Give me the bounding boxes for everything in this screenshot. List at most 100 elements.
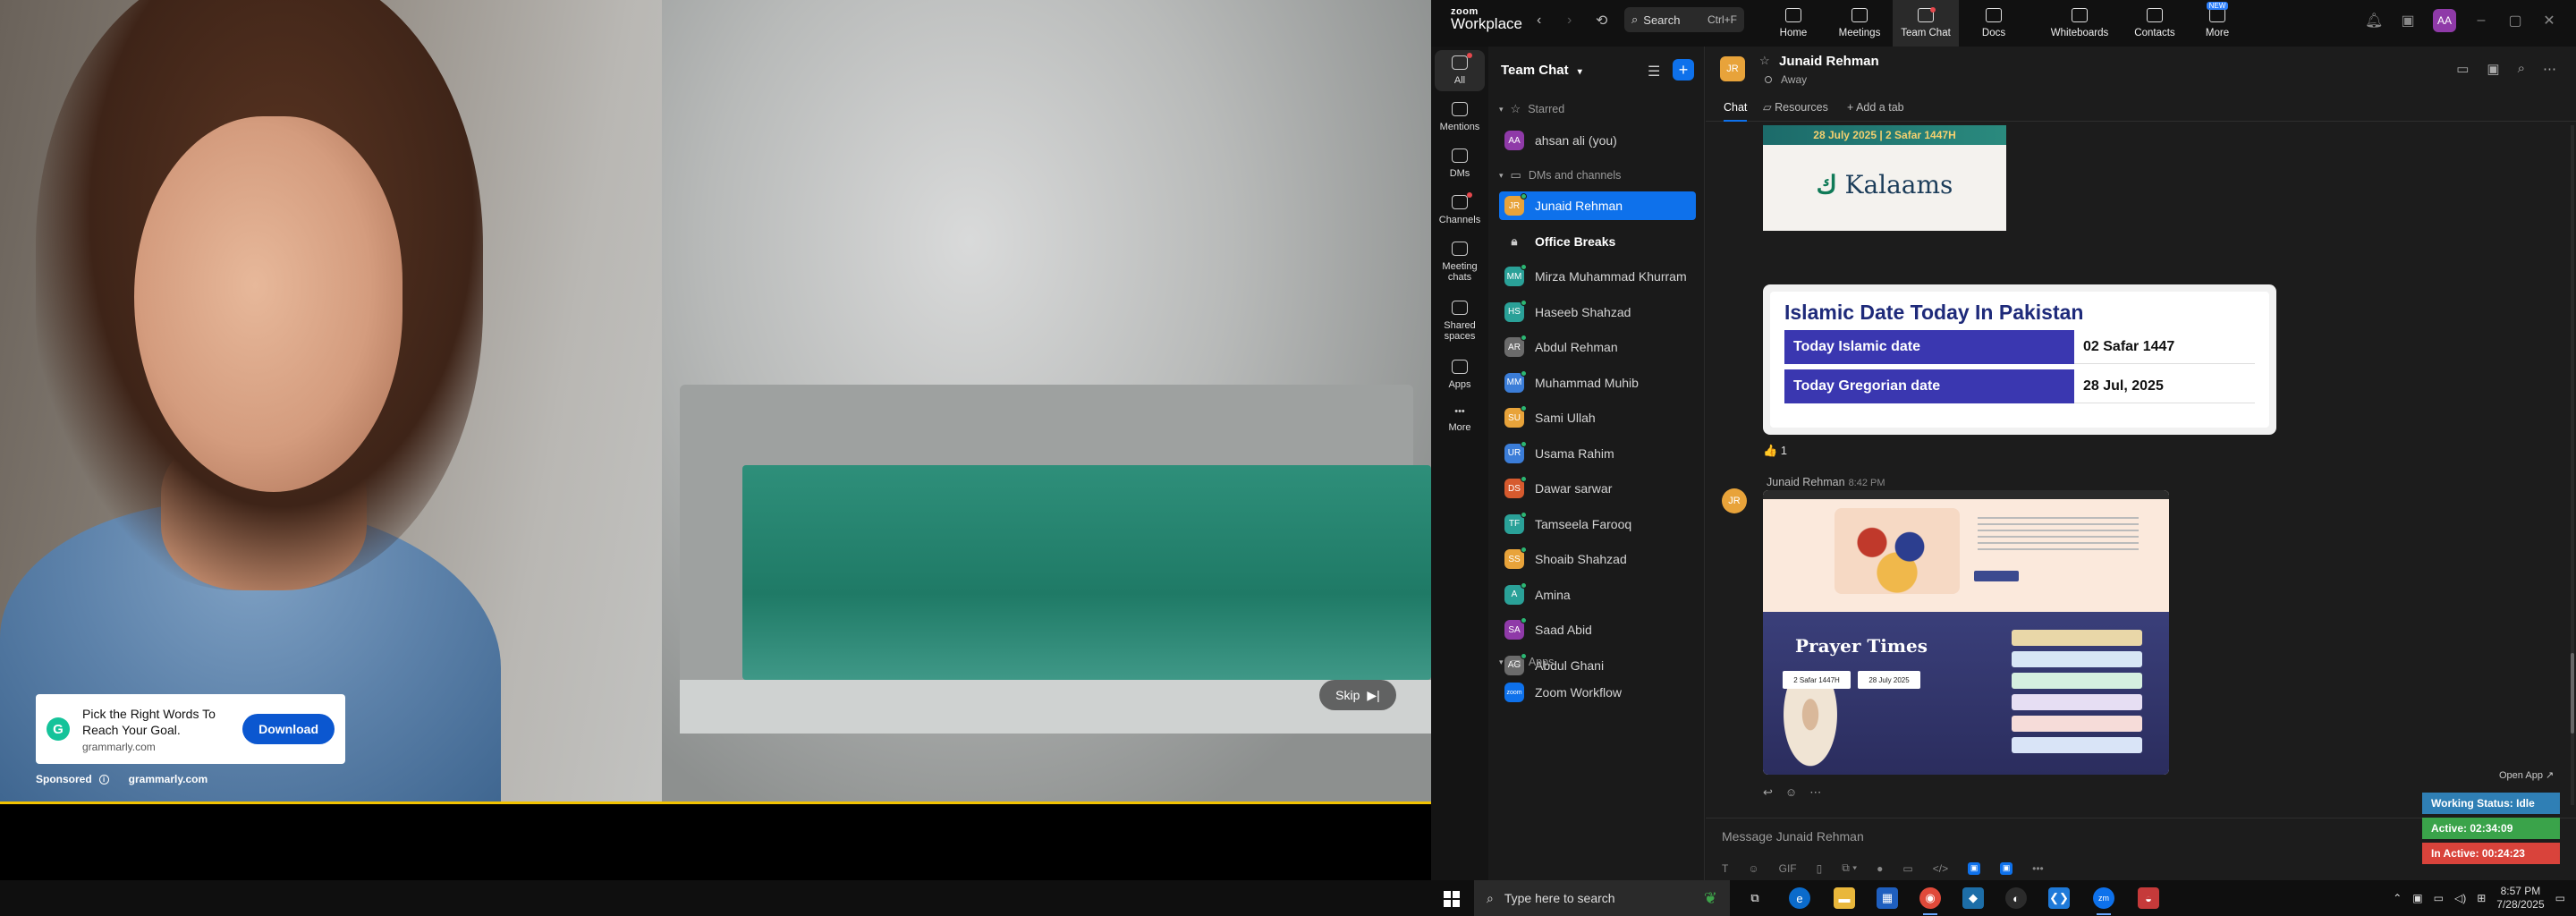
ellipsis-icon[interactable]: ⋯ xyxy=(2543,61,2556,77)
filter-icon[interactable]: ☰ xyxy=(1648,63,1660,81)
sender-name[interactable]: Junaid Rehman xyxy=(1767,476,1845,488)
section-starred[interactable]: ▾ ☆ Starred xyxy=(1499,102,1564,116)
rail-mentions[interactable]: Mentions xyxy=(1435,102,1485,132)
message-list[interactable]: 28 July 2025 | 2 Safar 1447H ك Kalaams I… xyxy=(1706,122,2576,818)
search-icon[interactable]: ⌕ xyxy=(2518,61,2525,77)
code-icon[interactable]: </> xyxy=(1933,862,1948,875)
chrome-icon[interactable]: ◉ xyxy=(1919,887,1941,915)
user-avatar[interactable]: AA xyxy=(2433,9,2456,32)
app-icon-1[interactable]: ▣ xyxy=(1968,861,1981,875)
maximize-icon[interactable]: ▢ xyxy=(2506,12,2524,30)
language-icon[interactable]: ⊞ xyxy=(2477,892,2486,904)
zoom-icon[interactable]: zm xyxy=(2093,887,2114,915)
nav-team-chat[interactable]: Team Chat xyxy=(1893,0,1959,47)
section-dms-channels[interactable]: ▾ ▭ DMs and channels xyxy=(1499,168,1621,182)
chat-item[interactable]: JR Junaid Rehman xyxy=(1499,191,1696,220)
vscode-icon[interactable]: ❮❯ xyxy=(2048,887,2070,909)
scrollbar-thumb[interactable] xyxy=(2571,653,2574,734)
chat-item[interactable]: MM Muhammad Muhib xyxy=(1499,369,1696,397)
rail-dms[interactable]: DMs xyxy=(1435,148,1485,179)
chat-item[interactable]: TF Tamseela Farooq xyxy=(1499,510,1696,539)
app-icon-2[interactable]: ▣ xyxy=(2000,861,2013,875)
video-message-icon[interactable]: ▭ xyxy=(1902,862,1912,875)
chat-item[interactable]: HS Haseeb Shahzad xyxy=(1499,298,1696,327)
tab-chat[interactable]: Chat xyxy=(1724,97,1748,122)
ellipsis-icon[interactable]: ⋯ xyxy=(1809,785,1821,800)
edge-icon[interactable]: e xyxy=(1789,887,1810,909)
chat-item[interactable]: UR Usama Rahim xyxy=(1499,439,1696,468)
chat-item[interactable]: AR Abdul Rehman xyxy=(1499,333,1696,361)
star-icon[interactable]: ☆ xyxy=(1759,54,1770,68)
nav-docs[interactable]: Docs xyxy=(1961,0,2027,47)
rail-channels[interactable]: Channels xyxy=(1435,192,1485,225)
close-icon[interactable]: ✕ xyxy=(2540,12,2558,30)
open-app-link[interactable]: Open App ↗ xyxy=(2499,769,2554,781)
github-icon[interactable]: ◐ xyxy=(2005,887,2027,909)
sender-avatar[interactable]: JR xyxy=(1722,488,1747,513)
tab-resources[interactable]: ▱ Resources xyxy=(1763,97,1828,122)
chat-item-self[interactable]: AA ahsan ali (you) xyxy=(1499,126,1696,155)
minimize-icon[interactable]: – xyxy=(2472,13,2490,29)
nav-contacts[interactable]: Contacts xyxy=(2122,0,2188,47)
rail-all[interactable]: All xyxy=(1435,50,1485,91)
chat-item[interactable]: 🔒︎ Office Breaks xyxy=(1499,227,1696,256)
video-call-icon[interactable]: ▭ xyxy=(2456,61,2469,77)
reply-icon[interactable]: ↩ xyxy=(1763,785,1773,800)
app-icon-red[interactable]: ◒ xyxy=(2138,887,2159,909)
task-view-icon[interactable]: ⧉ xyxy=(1744,887,1766,909)
chat-item[interactable]: SS Shoaib Shahzad xyxy=(1499,545,1696,573)
new-chat-button[interactable]: + xyxy=(1673,59,1694,81)
image-islamic-date[interactable]: Islamic Date Today In Pakistan Today Isl… xyxy=(1763,284,2276,435)
more-tools-icon[interactable]: ••• xyxy=(2032,862,2044,875)
reaction-thumbs-up[interactable]: 👍 1 xyxy=(1763,444,1787,458)
skip-ad-button[interactable]: Skip ▶| xyxy=(1319,680,1396,710)
nav-more[interactable]: NEW More xyxy=(2184,0,2250,47)
section-apps[interactable]: ▾ ▭ Apps xyxy=(1499,655,1554,669)
chevron-up-icon[interactable]: ⌃ xyxy=(2393,892,2402,904)
chat-list-title[interactable]: Team Chat ▾ xyxy=(1501,63,1582,78)
tray-app-icon[interactable]: ▣ xyxy=(2412,892,2422,904)
notifications-icon[interactable]: ▭ xyxy=(2555,892,2565,904)
forward-arrow-icon[interactable]: › xyxy=(1567,13,1572,29)
file-icon[interactable]: ▯ xyxy=(1817,862,1823,875)
apps-icon[interactable]: ▣ xyxy=(2399,12,2417,30)
nav-whiteboards[interactable]: Whiteboards xyxy=(2039,0,2120,47)
gif-icon[interactable]: GIF xyxy=(1779,862,1797,875)
chat-item[interactable]: DS Dawar sarwar xyxy=(1499,474,1696,503)
back-arrow-icon[interactable]: ‹ xyxy=(1537,13,1541,29)
nav-home[interactable]: Home xyxy=(1760,0,1826,47)
download-button[interactable]: Download xyxy=(242,714,335,744)
contact-avatar[interactable]: JR xyxy=(1720,56,1745,81)
chat-item[interactable]: A Amina xyxy=(1499,581,1696,609)
emoji-react-icon[interactable]: ☺ xyxy=(1785,785,1797,800)
file-explorer-icon[interactable]: ▬ xyxy=(1834,887,1855,909)
screenshot-icon[interactable]: ⧉ ▾ xyxy=(1842,861,1857,875)
scrollbar[interactable] xyxy=(2571,125,2574,805)
video-player[interactable]: G Pick the Right Words To Reach Your Goa… xyxy=(0,0,1431,803)
taskbar-search[interactable]: ⌕ Type here to search ❦ xyxy=(1474,880,1730,916)
message-input[interactable]: Message Junaid Rehman xyxy=(1722,829,1864,844)
format-text-icon[interactable]: T xyxy=(1722,862,1728,875)
tab-add[interactable]: + Add a tab xyxy=(1847,97,1904,122)
nav-meetings[interactable]: Meetings xyxy=(1826,0,1893,47)
chat-item-zoom-workflow[interactable]: zoom Zoom Workflow xyxy=(1499,678,1696,707)
image-kalaams[interactable]: 28 July 2025 | 2 Safar 1447H ك Kalaams xyxy=(1763,125,2006,231)
bell-icon[interactable]: 🔔︎ xyxy=(2365,12,2383,30)
app-icon-blue[interactable]: ◆ xyxy=(1962,887,1984,909)
history-icon[interactable]: ⟲ xyxy=(1596,12,1607,30)
chat-item[interactable]: MM Mirza Muhammad Khurram xyxy=(1499,262,1696,291)
microphone-icon[interactable]: ● xyxy=(1877,862,1883,875)
chat-item[interactable]: SA Saad Abid xyxy=(1499,615,1696,644)
emoji-icon[interactable]: ☺ xyxy=(1748,862,1758,875)
rail-meeting-chats[interactable]: Meeting chats xyxy=(1435,242,1485,283)
ad-source[interactable]: grammarly.com xyxy=(129,773,208,785)
rail-shared-spaces[interactable]: Shared spaces xyxy=(1435,301,1485,342)
network-icon[interactable]: ▭ xyxy=(2434,892,2444,904)
rail-apps[interactable]: Apps xyxy=(1435,360,1485,390)
image-prayer-times[interactable]: Prayer Times 2 Safar 1447H 28 July 2025 xyxy=(1763,490,2169,775)
info-icon[interactable]: i xyxy=(98,774,109,785)
rail-more[interactable]: ••• More xyxy=(1435,406,1485,433)
volume-icon[interactable]: ◁) xyxy=(2454,892,2466,904)
chat-item[interactable]: SU Sami Ullah xyxy=(1499,403,1696,432)
screen-share-icon[interactable]: ▣ xyxy=(2487,61,2499,77)
